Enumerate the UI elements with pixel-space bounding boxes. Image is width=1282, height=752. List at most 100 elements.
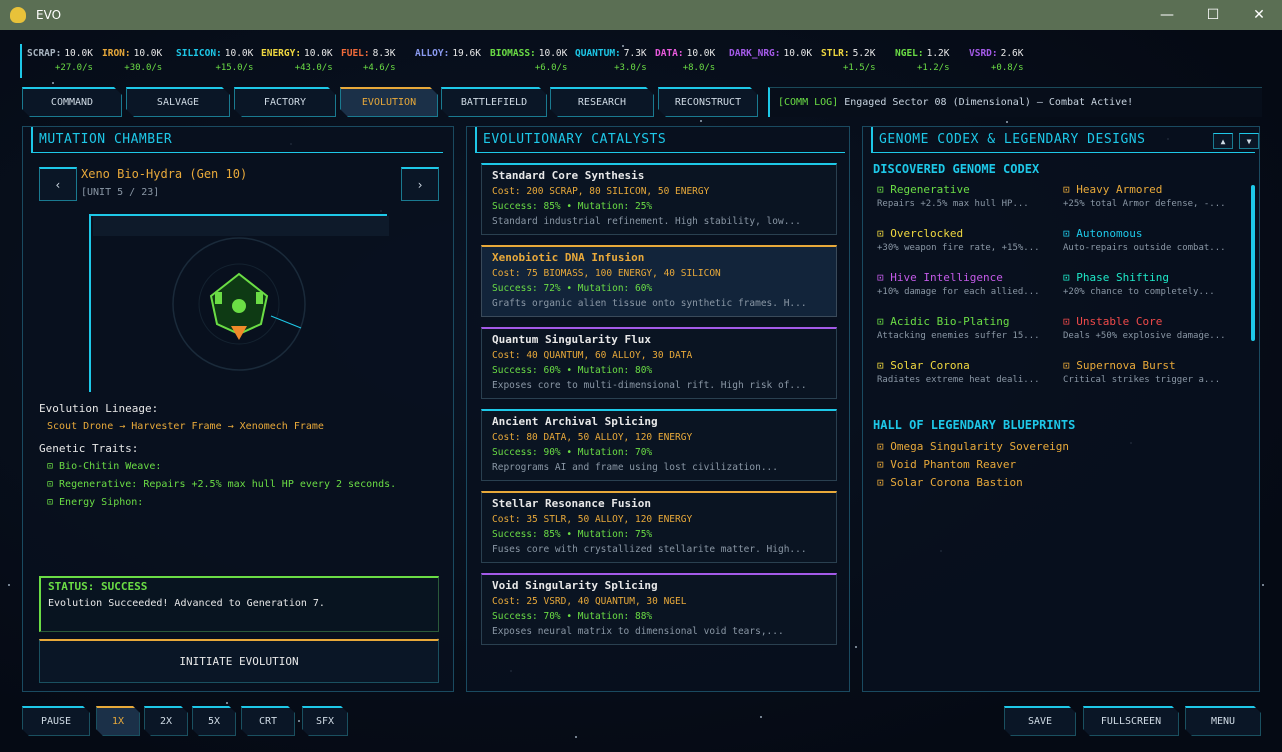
tab-reconstruct[interactable]: RECONSTRUCT xyxy=(658,87,758,117)
scroll-up-button[interactable]: ▲ xyxy=(1213,133,1233,149)
next-unit-button[interactable]: › xyxy=(401,167,439,201)
resource-rate: +1.5/s xyxy=(842,63,876,73)
gene-desc: Auto-repairs outside combat... xyxy=(1063,243,1226,253)
catalyst-card[interactable]: Quantum Singularity Flux Cost: 40 QUANTUM… xyxy=(481,327,837,399)
gene-entry[interactable]: ⊡ Overclocked +30% weapon fire rate, +15%… xyxy=(877,227,1063,253)
tab-battlefield[interactable]: BATTLEFIELD xyxy=(441,87,547,117)
resource-value: 19.6K xyxy=(452,48,481,59)
star xyxy=(226,702,228,704)
sfx-button[interactable]: SFX xyxy=(302,706,348,736)
star xyxy=(760,716,762,718)
resource-rate: +0.8/s xyxy=(990,63,1024,73)
catalyst-name: Stellar Resonance Fusion xyxy=(492,497,651,510)
resource-scrap: SCRAP: 10.0K +27.0/s xyxy=(27,48,93,73)
resource-label: ENERGY: xyxy=(261,48,302,59)
tab-factory[interactable]: FACTORY xyxy=(234,87,336,117)
lineage-heading: Evolution Lineage: xyxy=(39,402,159,415)
close-button[interactable]: ✕ xyxy=(1236,0,1282,30)
tab-command[interactable]: COMMAND xyxy=(22,87,122,117)
resource-label: SILICON: xyxy=(176,48,222,59)
comm-log: [COMM LOG] Engaged Sector 08 (Dimensiona… xyxy=(768,87,1262,117)
tab-salvage[interactable]: SALVAGE xyxy=(126,87,230,117)
gene-desc: +10% damage for each allied... xyxy=(877,287,1040,297)
resource-value: 10.0K xyxy=(304,48,333,59)
legendary-heading: HALL OF LEGENDARY BLUEPRINTS xyxy=(873,418,1076,432)
resource-iron: IRON: 10.0K +30.0/s xyxy=(102,48,162,73)
traits-heading: Genetic Traits: xyxy=(39,442,139,455)
catalyst-card[interactable]: Stellar Resonance Fusion Cost: 35 STLR, 5… xyxy=(481,491,837,563)
resource-label: ALLOY: xyxy=(415,48,450,59)
codex-scrollbar[interactable] xyxy=(1251,185,1255,341)
star xyxy=(575,736,577,738)
gene-desc: Radiates extreme heat deali... xyxy=(877,375,1040,385)
resource-label: BIOMASS: xyxy=(490,48,536,59)
catalyst-cost: Cost: 80 DATA, 50 ALLOY, 120 ENERGY xyxy=(492,432,693,443)
gene-entry[interactable]: ⊡ Phase Shifting +20% chance to completel… xyxy=(1063,271,1249,297)
2x-button[interactable]: 2X xyxy=(144,706,188,736)
resource-value: 10.0K xyxy=(686,48,716,59)
unit-viewer xyxy=(89,214,389,392)
resource-value: 10.0K xyxy=(538,48,568,59)
window-title: EVO xyxy=(36,8,62,22)
gene-name: ⊡ Solar Corona xyxy=(877,359,970,372)
resource-rate: +3.0/s xyxy=(614,63,647,73)
resource-dark_nrg: DARK_NRG: 10.0K xyxy=(729,48,812,59)
game-area: SCRAP: 10.0K +27.0/s IRON: 10.0K +30.0/s SILIC… xyxy=(0,30,1282,752)
gene-name: ⊡ Supernova Burst xyxy=(1063,359,1176,372)
gene-entry[interactable]: ⊡ Solar Corona Radiates extreme heat deal… xyxy=(877,359,1063,385)
gene-entry[interactable]: ⊡ Regenerative Repairs +2.5% max hull HP.… xyxy=(877,183,1063,209)
gene-entry[interactable]: ⊡ Acidic Bio-Plating Attacking enemies su… xyxy=(877,315,1063,341)
resource-rate: +43.0/s xyxy=(294,63,333,73)
catalyst-card[interactable]: Xenobiotic DNA Infusion Cost: 75 BIOMASS,… xyxy=(481,245,837,317)
crt-button[interactable]: CRT xyxy=(241,706,295,736)
resource-rate: +4.6/s xyxy=(362,63,396,73)
resource-alloy: ALLOY: 19.6K xyxy=(415,48,481,59)
gene-desc: +20% chance to completely... xyxy=(1063,287,1215,297)
resource-label: DARK_NRG: xyxy=(729,48,781,59)
comm-log-tag: [COMM LOG] xyxy=(778,97,839,108)
resource-rate: +15.0/s xyxy=(215,63,254,73)
gene-entry[interactable]: ⊡ Hive Intelligence +10% damage for each … xyxy=(877,271,1063,297)
gene-entry[interactable]: ⊡ Autonomous Auto-repairs outside combat.… xyxy=(1063,227,1249,253)
1x-button[interactable]: 1X xyxy=(96,706,140,736)
fullscreen-button[interactable]: FULLSCREEN xyxy=(1083,706,1179,736)
catalyst-success: Success: 72% • Mutation: 60% xyxy=(492,283,653,294)
legendary-item[interactable]: ⊡ Solar Corona Bastion xyxy=(877,476,1023,489)
resource-rate: +8.0/s xyxy=(682,63,716,73)
catalyst-name: Void Singularity Splicing xyxy=(492,579,658,592)
catalyst-card[interactable]: Standard Core Synthesis Cost: 200 SCRAP, … xyxy=(481,163,837,235)
minimize-button[interactable]: — xyxy=(1144,0,1190,30)
maximize-button[interactable]: ☐ xyxy=(1190,0,1236,30)
catalyst-card[interactable]: Ancient Archival Splicing Cost: 80 DATA, … xyxy=(481,409,837,481)
resource-label: STLR: xyxy=(821,48,850,59)
menu-button[interactable]: MENU xyxy=(1185,706,1261,736)
tab-evolution[interactable]: EVOLUTION xyxy=(340,87,438,117)
initiate-evolution-button[interactable]: INITIATE EVOLUTION xyxy=(39,639,439,683)
gene-name: ⊡ Regenerative xyxy=(877,183,970,196)
legendary-item[interactable]: ⊡ Omega Singularity Sovereign xyxy=(877,440,1069,453)
pause-button[interactable]: PAUSE xyxy=(22,706,90,736)
genome-codex-title: GENOME CODEX & LEGENDARY DESIGNS xyxy=(871,127,1255,153)
resource-data: DATA: 10.0K +8.0/s xyxy=(655,48,716,73)
catalyst-card[interactable]: Void Singularity Splicing Cost: 25 VSRD, … xyxy=(481,573,837,645)
catalyst-success: Success: 60% • Mutation: 80% xyxy=(492,365,653,376)
status-message: Evolution Succeeded! Advanced to Generat… xyxy=(48,598,325,609)
resource-rate: +30.0/s xyxy=(124,63,163,73)
resource-label: QUANTUM: xyxy=(575,48,621,59)
resource-energy: ENERGY: 10.0K +43.0/s xyxy=(261,48,333,73)
legendary-item[interactable]: ⊡ Void Phantom Reaver xyxy=(877,458,1016,471)
gene-entry[interactable]: ⊡ Supernova Burst Critical strikes trigge… xyxy=(1063,359,1249,385)
catalyst-desc: Grafts organic alien tissue onto synthet… xyxy=(492,298,807,309)
tab-research[interactable]: RESEARCH xyxy=(550,87,654,117)
5x-button[interactable]: 5X xyxy=(192,706,236,736)
status-box: STATUS: SUCCESS Evolution Succeeded! Adv… xyxy=(39,576,439,632)
resource-label: FUEL: xyxy=(341,48,370,59)
save-button[interactable]: SAVE xyxy=(1004,706,1076,736)
scroll-down-button[interactable]: ▼ xyxy=(1239,133,1259,149)
resource-value: 10.0K xyxy=(64,48,93,59)
prev-unit-button[interactable]: ‹ xyxy=(39,167,77,201)
gene-entry[interactable]: ⊡ Heavy Armored +25% total Armor defense,… xyxy=(1063,183,1249,209)
gene-entry[interactable]: ⊡ Unstable Core Deals +50% explosive dama… xyxy=(1063,315,1249,341)
mutation-chamber-panel: MUTATION CHAMBER ‹ › Xeno Bio-Hydra (Gen… xyxy=(22,126,454,692)
resource-rate: +6.0/s xyxy=(534,63,568,73)
